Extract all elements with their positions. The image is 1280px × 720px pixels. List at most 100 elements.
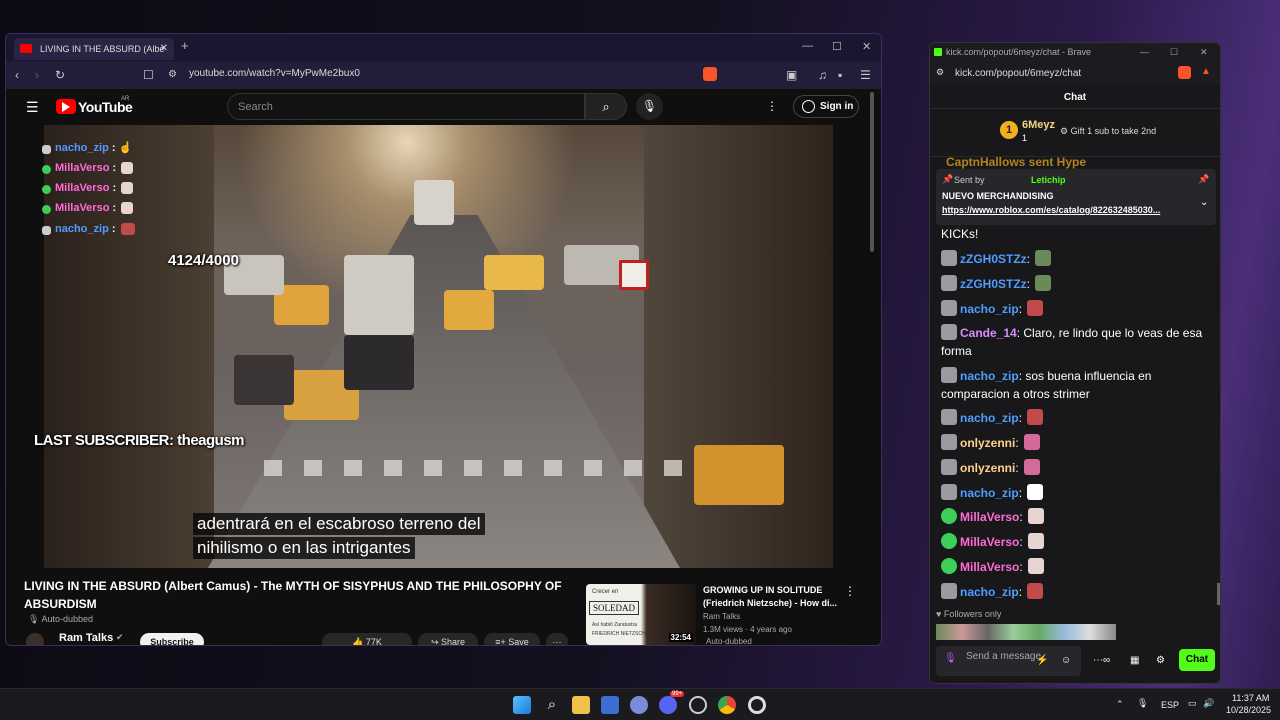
reader-icon[interactable]: ▣ [786, 68, 797, 82]
clock-time[interactable]: 11:37 AM [1232, 693, 1269, 703]
sign-in-button[interactable]: Sign in [793, 95, 859, 118]
chat-username[interactable]: nacho_zip [960, 411, 1019, 425]
volume-icon[interactable]: 🔊 [1203, 698, 1214, 709]
chat-username[interactable]: onlyzenni [960, 461, 1015, 475]
brave-rewards-icon[interactable]: ▲ [1201, 66, 1211, 77]
tab-title: LIVING IN THE ABSURD (Albe [40, 44, 165, 54]
chevron-down-icon[interactable]: ⌄ [1200, 197, 1208, 208]
brave-shields-icon[interactable] [703, 67, 717, 81]
store-icon[interactable] [601, 696, 619, 714]
scrollbar[interactable] [870, 92, 874, 252]
related-channel[interactable]: Ram Talks [703, 612, 740, 621]
voice-search-button[interactable]: 🎙 [636, 93, 663, 120]
more-actions-button[interactable]: ⋯ [546, 633, 568, 645]
new-tab-button[interactable]: + [181, 38, 189, 53]
search-button[interactable]: ⌕ [585, 93, 627, 120]
gift-prompt[interactable]: ⚙ Gift 1 sub to take 2nd [1060, 126, 1156, 137]
search-icon[interactable]: ⌕ [543, 696, 561, 714]
close-window-icon[interactable]: ✕ [862, 40, 871, 53]
app-icon[interactable] [630, 696, 648, 714]
like-icon: 👍 [352, 637, 364, 646]
back-icon[interactable]: ‹ [15, 68, 19, 82]
kicks-icon[interactable]: ⋯∞ [1093, 655, 1110, 666]
share-button[interactable]: ↪ Share [418, 633, 478, 645]
file-explorer-icon[interactable] [572, 696, 590, 714]
chat-username[interactable]: MillaVerso [960, 535, 1019, 549]
emote-bar[interactable] [936, 624, 1116, 640]
related-more-icon[interactable]: ⋮ [844, 584, 856, 598]
pinned-message[interactable]: 📌 Sent by Letichip NUEVO MERCHANDISING h… [936, 169, 1216, 225]
save-button[interactable]: ≡+ Save [484, 633, 540, 645]
music-icon[interactable]: ♫ [818, 68, 827, 82]
chat-username[interactable]: onlyzenni [960, 436, 1015, 450]
chat-message: MillaVerso: [941, 508, 1206, 526]
obs-icon[interactable] [689, 696, 707, 714]
chat-username[interactable]: zZGH0STZz [960, 252, 1027, 266]
more-options-icon[interactable]: ⋮ [766, 99, 778, 113]
chat-username[interactable]: zZGH0STZz [960, 277, 1027, 291]
chat-username[interactable]: nacho_zip [960, 486, 1019, 500]
pinned-link[interactable]: https://www.roblox.com/es/catalog/822632… [942, 205, 1192, 215]
close-window-icon[interactable]: ✕ [1200, 43, 1208, 61]
channel-name[interactable]: Ram Talks [59, 632, 113, 644]
tab-youtube[interactable]: LIVING IN THE ABSURD (Albe ✕ [14, 38, 174, 60]
hamburger-icon[interactable]: ☰ [26, 100, 39, 114]
minimize-icon[interactable]: — [802, 40, 813, 52]
tab-close-icon[interactable]: ✕ [160, 38, 168, 60]
chevron-up-icon[interactable]: ⌃ [1116, 699, 1124, 710]
related-video-thumbnail[interactable]: Crecer en SOLEDAD Así habló Zaratustra F… [586, 584, 696, 645]
menu-icon[interactable]: ☰ [860, 68, 871, 82]
minimize-icon[interactable]: — [1140, 43, 1149, 61]
clock-date[interactable]: 10/28/2025 [1226, 705, 1271, 715]
chat-message: Cande_14: Claro, re lindo que lo veas de… [941, 324, 1203, 358]
maximize-icon[interactable]: ☐ [1170, 43, 1178, 61]
thumb-sub: Así habló Zaratustra [592, 622, 638, 628]
url-field[interactable]: youtube.com/watch?v=MyPwMe2bux0 [189, 68, 360, 79]
chat-username[interactable]: nacho_zip [960, 302, 1019, 316]
forward-icon[interactable]: › [35, 68, 39, 82]
url-field[interactable]: kick.com/popout/6meyz/chat [955, 68, 1081, 79]
maximize-icon[interactable]: ☐ [832, 40, 842, 53]
crosswalk-stripe [624, 460, 642, 476]
crosswalk-stripe [664, 460, 682, 476]
thumb-text: Crecer en [592, 589, 619, 595]
video-player[interactable] [44, 125, 833, 568]
send-chat-button[interactable]: Chat [1179, 649, 1215, 671]
chrome-icon[interactable] [718, 696, 736, 714]
play-triangle-icon [62, 102, 70, 112]
pinned-user[interactable]: Letichip [1031, 175, 1066, 185]
bus [344, 255, 414, 335]
start-icon[interactable] [513, 696, 531, 714]
channel-avatar[interactable] [26, 633, 44, 645]
related-video-title[interactable]: GROWING UP IN SOLITUDE (Friedrich Nietzs… [703, 584, 838, 610]
reload-icon[interactable]: ↻ [55, 68, 65, 82]
chat-input[interactable]: 🎙 Send a message ⚡ ☺ [936, 646, 1081, 676]
language-indicator[interactable]: ESP [1161, 700, 1179, 710]
steam-icon[interactable] [748, 696, 766, 714]
site-info-icon[interactable]: ⚙ [168, 68, 177, 82]
chat-username[interactable]: MillaVerso [960, 510, 1019, 524]
leader-name[interactable]: 6Meyz [1022, 119, 1055, 131]
network-icon[interactable]: ▭ [1188, 698, 1197, 709]
emoji-icon[interactable]: ☺ [1061, 655, 1071, 666]
chat-username[interactable]: nacho_zip [960, 369, 1019, 383]
taskbar: ⌕ 99+ ⌃ 🎙 ESP ▭ 🔊 11:37 AM 10/28/2025 [0, 688, 1280, 720]
chat-username[interactable]: nacho_zip [960, 585, 1019, 599]
settings-icon[interactable]: ⚙ [1156, 655, 1165, 666]
sub-goal: 4124/4000 [168, 252, 239, 269]
emote-picker-icon[interactable]: ⚡ [1036, 655, 1048, 666]
chat-username[interactable]: Cande_14 [960, 326, 1017, 340]
mic-tray-icon[interactable]: 🎙 [1137, 698, 1148, 709]
subscribe-button[interactable]: Subscribe [140, 633, 204, 645]
unpin-icon[interactable]: 📌 [1198, 174, 1209, 185]
chat-username[interactable]: MillaVerso [960, 560, 1019, 574]
gift-icon[interactable]: ▦ [1130, 655, 1139, 666]
search-input[interactable]: Search [227, 93, 585, 120]
scrollbar[interactable] [1217, 583, 1220, 605]
extension-icon[interactable]: ▪ [838, 68, 842, 82]
brave-shields-icon[interactable] [1178, 66, 1191, 79]
site-info-icon[interactable]: ⚙ [936, 67, 944, 78]
discord-icon[interactable] [659, 696, 677, 714]
like-button[interactable]: 👍 77K [322, 633, 412, 646]
bookmark-icon[interactable]: ☐ [143, 68, 154, 82]
